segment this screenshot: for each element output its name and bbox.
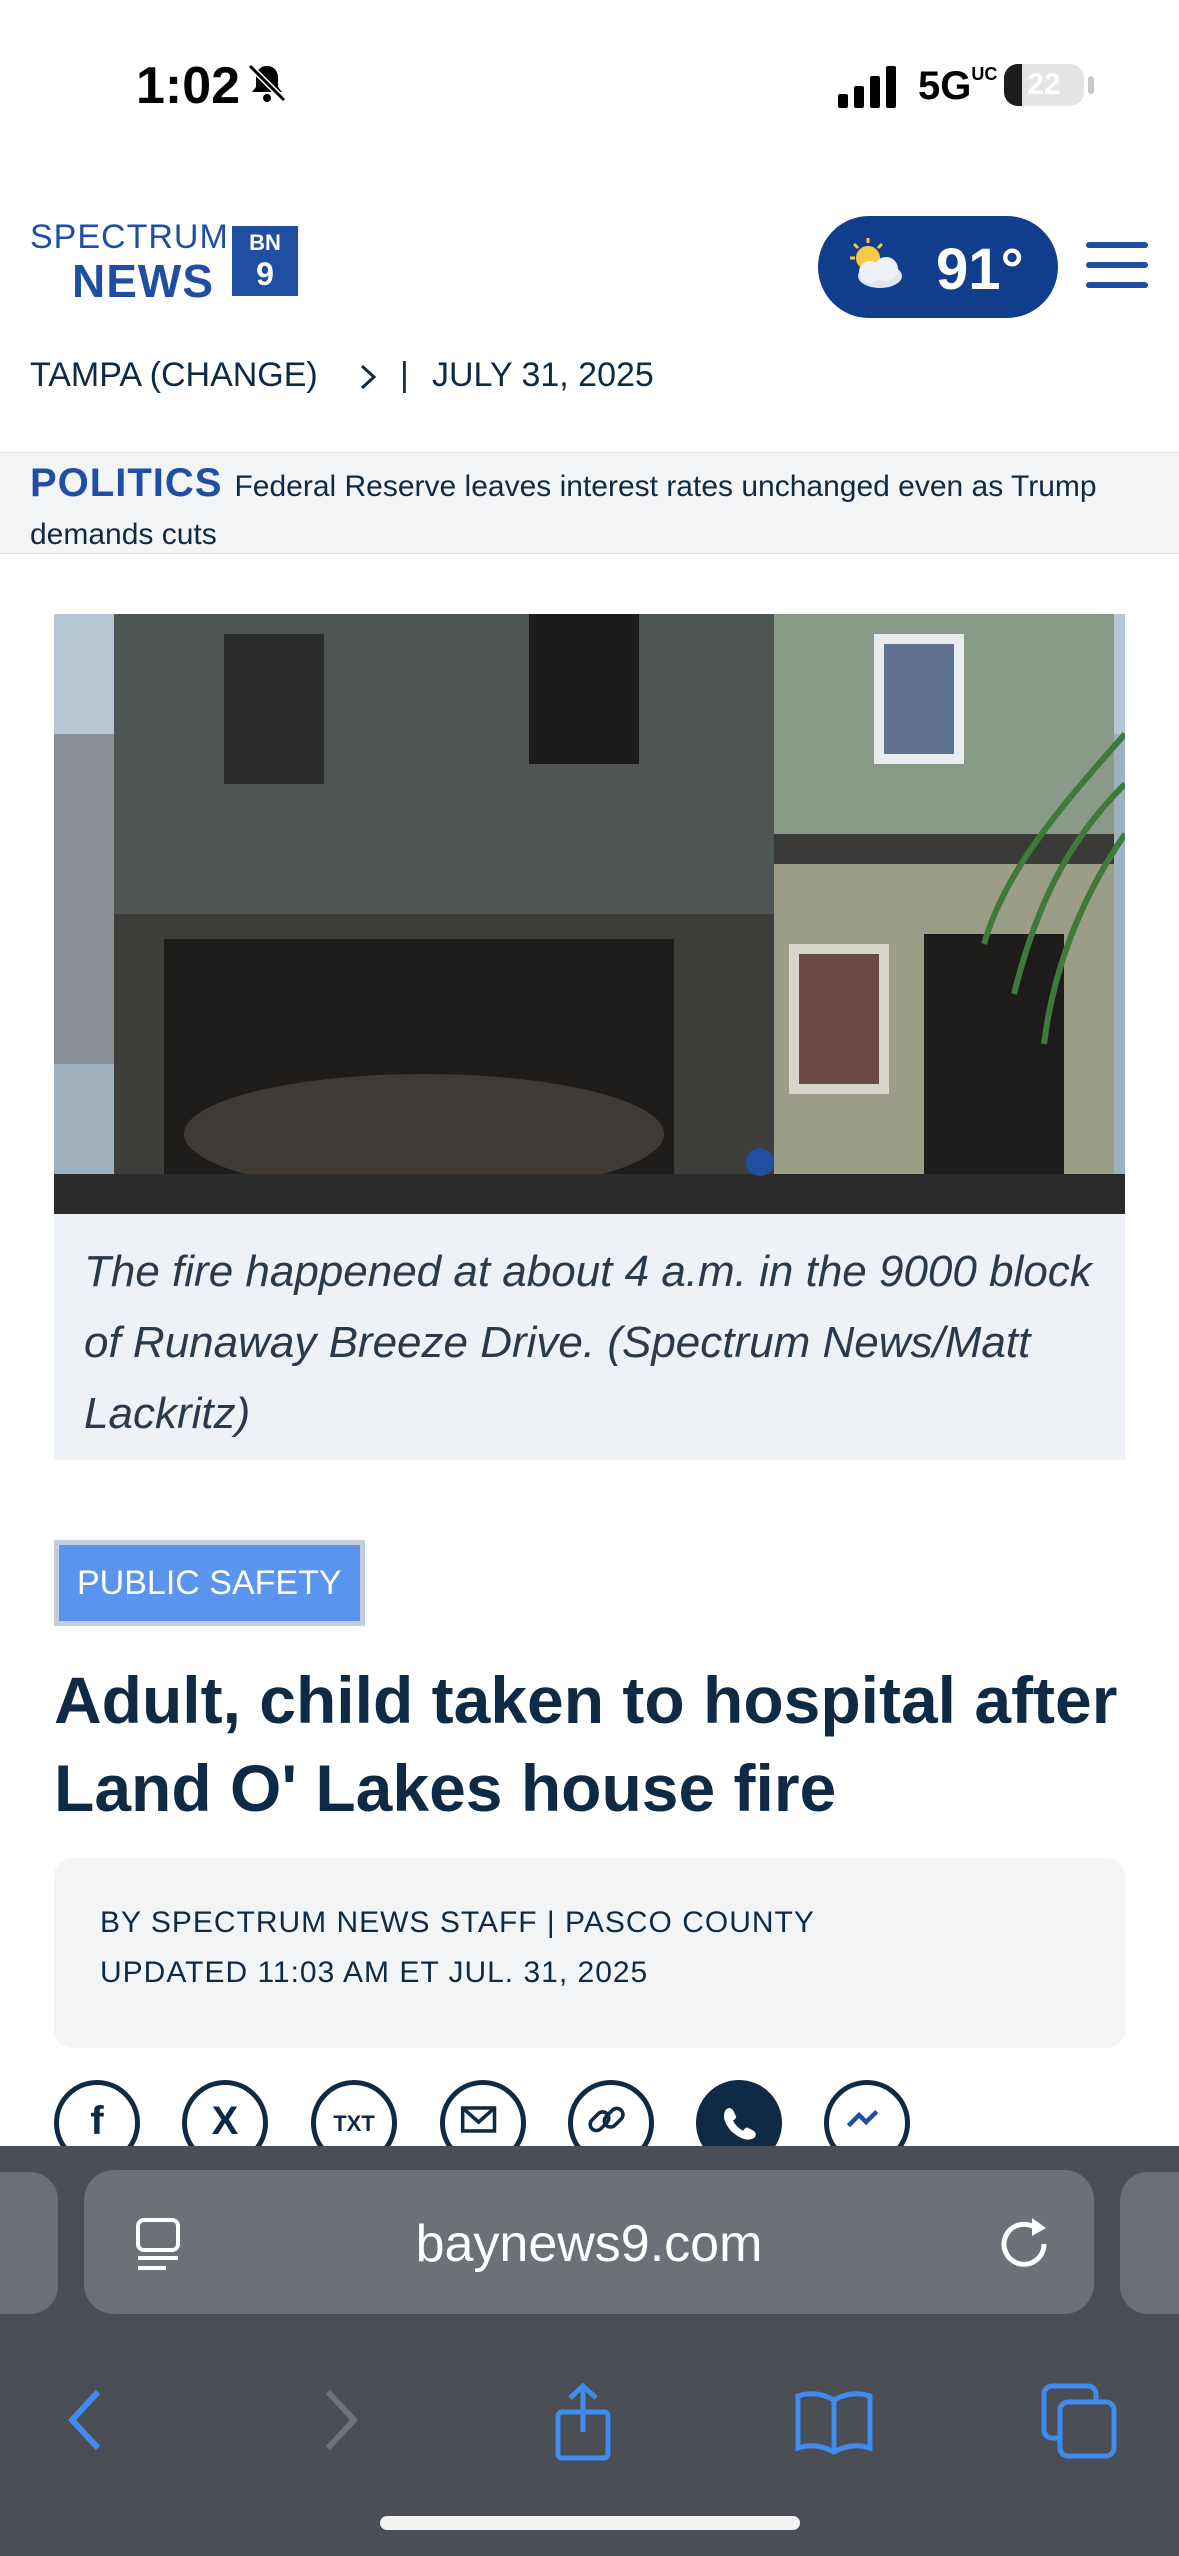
previous-tab-preview[interactable] — [0, 2172, 58, 2314]
battery-icon: 22 — [1004, 64, 1084, 106]
share-bar: f X TXT — [54, 2080, 1125, 2166]
bookmarks-icon[interactable] — [794, 2382, 874, 2462]
photo-caption-box: The fire happened at about 4 a.m. in the… — [54, 1214, 1125, 1460]
byline-box: BY SPECTRUM NEWS STAFF | PASCO COUNTY UP… — [54, 1858, 1125, 2048]
article-headline: Adult, child taken to hospital after Lan… — [54, 1663, 1118, 1825]
battery-tip — [1088, 76, 1094, 94]
weather-button[interactable]: 91° — [818, 216, 1058, 318]
byline-updated: UPDATED 11:03 AM ET JUL. 31, 2025 — [100, 1956, 649, 1989]
browser-toolbar — [0, 2342, 1179, 2462]
separator: | — [400, 356, 409, 394]
battery-percent: 22 — [1027, 68, 1061, 101]
address-bar[interactable]: baynews9.com — [84, 2170, 1094, 2314]
share-icon[interactable] — [548, 2382, 628, 2462]
current-date: JULY 31, 2025 — [432, 356, 654, 394]
byline-author: BY SPECTRUM NEWS STAFF | PASCO COUNTY — [100, 1906, 815, 1939]
reload-icon[interactable] — [994, 2212, 1054, 2272]
logo-badge: BN 9 — [232, 226, 298, 296]
forward-icon[interactable] — [300, 2382, 380, 2462]
logo-badge-top: BN — [249, 230, 281, 255]
hamburger-menu-icon[interactable] — [1086, 242, 1148, 290]
photo-caption: The fire happened at about 4 a.m. in the… — [84, 1247, 1092, 1438]
url-text[interactable]: baynews9.com — [84, 2214, 1094, 2274]
next-tab-preview[interactable] — [1120, 2172, 1179, 2314]
trending-banner[interactable]: POLITICS Federal Reserve leaves interest … — [0, 452, 1179, 554]
chevron-right-icon[interactable] — [354, 360, 384, 394]
logo-text-spectrum: SPECTRUM — [30, 218, 229, 256]
house-fire-image — [54, 614, 1125, 1214]
network-type: 5GUC — [918, 64, 998, 108]
site-header: SPECTRUM NEWS BN 9 91° — [0, 190, 1179, 340]
change-location-link[interactable]: TAMPA (CHANGE) — [30, 356, 318, 395]
back-icon[interactable] — [46, 2382, 126, 2462]
category-tag[interactable]: PUBLIC SAFETY — [54, 1540, 365, 1626]
browser-chrome: baynews9.com — [0, 2146, 1179, 2556]
home-indicator — [380, 2516, 800, 2530]
trending-kicker: POLITICS — [30, 461, 223, 505]
article-photo[interactable] — [54, 614, 1125, 1214]
bell-slash-icon — [247, 63, 287, 103]
signal-strength-icon — [838, 66, 896, 108]
status-time: 1:02 — [136, 57, 241, 115]
tabs-icon[interactable] — [1040, 2382, 1120, 2462]
status-bar: 1:02 5GUC 22 — [0, 0, 1179, 170]
logo-text-news: NEWS — [72, 255, 214, 307]
logo-badge-bottom: 9 — [256, 256, 274, 292]
partly-cloudy-icon — [850, 238, 902, 288]
spectrum-news-logo[interactable]: SPECTRUM NEWS BN 9 — [30, 218, 310, 308]
temperature: 91° — [936, 237, 1024, 302]
